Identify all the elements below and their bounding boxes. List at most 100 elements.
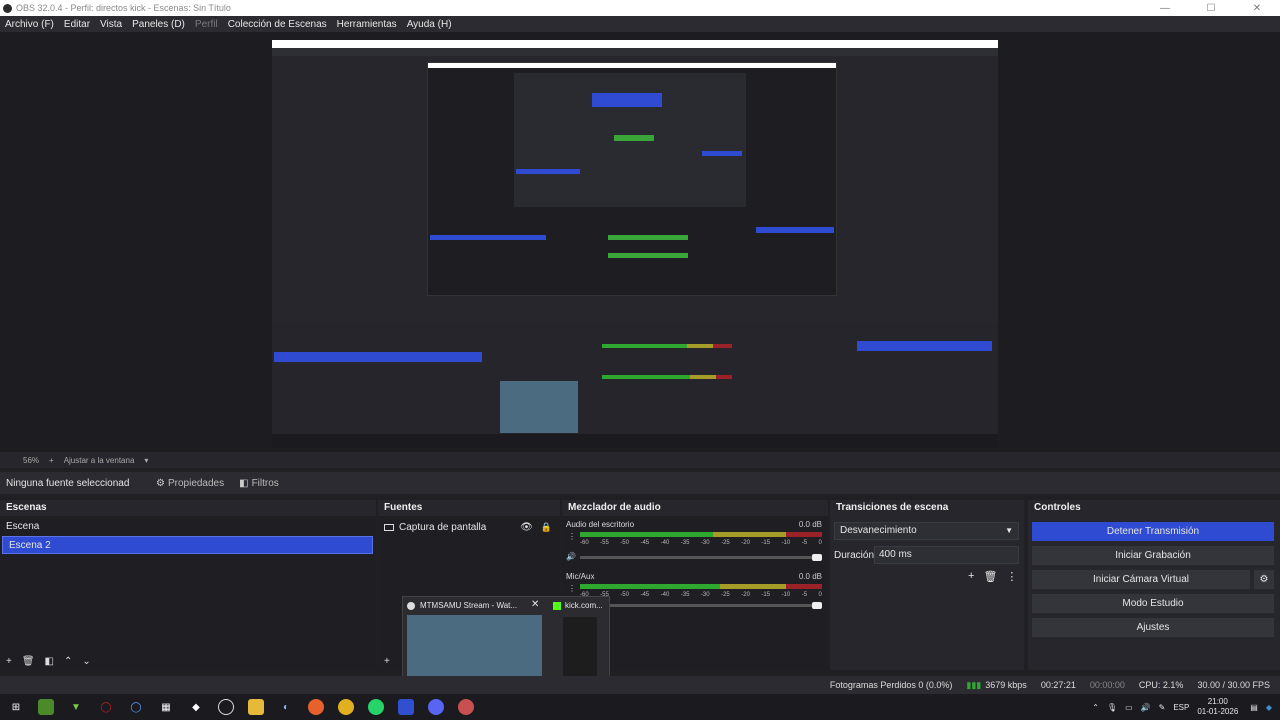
steam-icon[interactable]: ◐ [278,699,294,715]
properties-button[interactable]: ⚙ Propiedades [152,476,228,491]
menu-perfil[interactable]: Perfil [195,19,218,30]
more-icon[interactable]: ⋮ [568,584,576,593]
search-icon[interactable]: ◯ [128,699,144,715]
clock[interactable]: 21:00 01-01-2026 [1197,697,1238,717]
chevron-up-icon[interactable]: ⌃ [1092,703,1099,712]
app-icon[interactable]: ◯ [98,699,114,715]
menu-vista[interactable]: Vista [100,19,122,30]
pen-icon[interactable]: ✎ [1159,703,1166,712]
window-title: OBS 32.0.4 - Perfil: directos kick - Esc… [16,3,231,13]
close-icon[interactable]: ✕ [531,599,539,610]
volume-meter [580,532,822,537]
app-icon[interactable]: ▼ [68,699,84,715]
stream-time: 00:27:21 [1040,680,1076,690]
menu-bar: Archivo (F) Editar Vista Paneles (D) Per… [0,16,1280,32]
transition-select[interactable]: Desvanecimiento ▼ [834,522,1019,540]
more-icon[interactable]: ⋮ [568,532,576,541]
filters-button[interactable]: ◧ Filtros [235,476,283,491]
scene-item-selected[interactable]: Escena 2 [2,536,373,554]
volume-fader[interactable] [580,554,822,561]
chevron-down-icon[interactable]: ⌄ [82,656,90,667]
discord-icon[interactable] [428,699,444,715]
chevron-down-icon: ▼ [1005,526,1013,535]
thumbnail-tab-1[interactable]: MTMSAMU Stream - Wat... [407,601,517,610]
cpu-usage: CPU: 2.1% [1138,680,1184,690]
transition-value: Desvanecimiento [840,525,917,536]
properties-label: Propiedades [167,477,225,489]
fit-window-dropdown[interactable]: Ajustar a la ventana [64,456,135,465]
monitor-icon [384,523,394,531]
folder-icon[interactable] [248,699,264,715]
chrome-icon[interactable] [458,699,474,715]
stop-stream-button[interactable]: Detener Transmisión [1032,522,1274,541]
trash-icon[interactable]: 🗑 [983,570,997,583]
microphone-icon[interactable]: 🎙 [1107,703,1117,712]
menu-ayuda[interactable]: Ayuda (H) [407,19,452,30]
app-icon[interactable]: ◆ [188,699,204,715]
whatsapp-icon[interactable] [368,699,384,715]
minimize-button[interactable]: — [1142,3,1188,14]
gear-icon[interactable]: ⚙ [1254,570,1274,589]
program-preview[interactable] [272,40,998,448]
volume-fader[interactable] [580,602,822,609]
app-icon[interactable]: ◆ [1266,703,1272,712]
chrome-icon[interactable] [338,699,354,715]
chevron-up-icon[interactable]: ⌃ [64,656,72,667]
thumbnail-tab-2[interactable]: kick.com... [553,601,603,610]
notification-icon[interactable]: ▤ [1250,703,1258,712]
add-icon[interactable]: + [384,656,390,667]
firefox-icon[interactable] [308,699,324,715]
dropped-frames: Fotogramas Perdidos 0 (0.0%) [829,680,953,690]
windows-start-icon[interactable]: ⊞ [8,699,24,715]
speaker-icon[interactable]: 🔊 [566,552,576,561]
app-icon[interactable]: ▦ [158,699,174,715]
clock-date: 01-01-2026 [1197,707,1239,716]
zoom-value[interactable]: 56% [23,456,39,465]
taskbar: ⊞ ▼ ◯ ◯ ▦ ◆ ◐ ⌃ 🎙 ▭ 🔊 ✎ ESP 21:00 01-01-… [0,694,1280,720]
volume-icon[interactable]: 🔊 [1141,703,1151,712]
chrome-icon [407,601,415,610]
menu-archivo[interactable]: Archivo (F) [5,19,54,30]
channel-db: 0.0 dB [798,520,822,529]
preview-area [0,32,1280,452]
system-tray: ⌃ 🎙 ▭ 🔊 ✎ ESP 21:00 01-01-2026 ▤ ◆ [1092,697,1280,717]
kick-icon [553,601,561,610]
trash-icon[interactable]: 🗑 [22,656,35,667]
language-indicator[interactable]: ESP [1173,703,1189,712]
status-bar: Fotogramas Perdidos 0 (0.0%) ▮▮▮ 3679 kb… [0,676,1280,694]
fps: 30.00 / 30.00 FPS [1197,680,1270,690]
scenes-title: Escenas [6,502,47,513]
menu-paneles[interactable]: Paneles (D) [132,19,185,30]
menu-herramientas[interactable]: Herramientas [337,19,397,30]
lock-icon[interactable]: 🔒 [541,522,552,533]
controls-dock: Controles Detener Transmisión Iniciar Gr… [1028,500,1280,670]
filter-icon: ◧ [239,477,249,489]
more-icon[interactable]: ⋮ [1006,570,1017,583]
menu-editar[interactable]: Editar [64,19,90,30]
gear-icon: ⚙ [156,477,165,489]
virtual-camera-button[interactable]: Iniciar Cámara Virtual [1032,570,1250,589]
duration-input[interactable]: 400 ms [874,546,1019,564]
app-icon[interactable] [398,699,414,715]
close-button[interactable]: ✕ [1234,3,1280,14]
filter-icon[interactable]: ◧ [45,656,54,667]
maximize-button[interactable]: ☐ [1188,3,1234,14]
obs-icon[interactable] [218,699,234,715]
studio-mode-button[interactable]: Modo Estudio [1032,594,1274,613]
source-item[interactable]: Captura de pantalla 👁 🔒 [378,518,560,536]
add-icon[interactable]: + [968,570,974,583]
start-record-button[interactable]: Iniciar Grabación [1032,546,1274,565]
eye-icon[interactable]: 👁 [520,522,533,533]
record-time: 00:00:00 [1089,680,1125,690]
zoom-plus-icon[interactable]: + [49,456,54,465]
add-icon[interactable]: + [6,656,12,667]
chevron-down-icon[interactable]: ▾ [144,456,148,465]
app-icon[interactable] [38,699,54,715]
scene-item[interactable]: Escena [0,518,376,536]
thumbnail-title: kick.com... [565,601,603,610]
channel-db: 0.0 dB [798,572,822,581]
settings-button[interactable]: Ajustes [1032,618,1274,637]
menu-coleccion-escenas[interactable]: Colección de Escenas [228,19,327,30]
network-icon[interactable]: ▭ [1125,703,1133,712]
transitions-dock: Transiciones de escena Desvanecimiento ▼… [830,500,1024,670]
